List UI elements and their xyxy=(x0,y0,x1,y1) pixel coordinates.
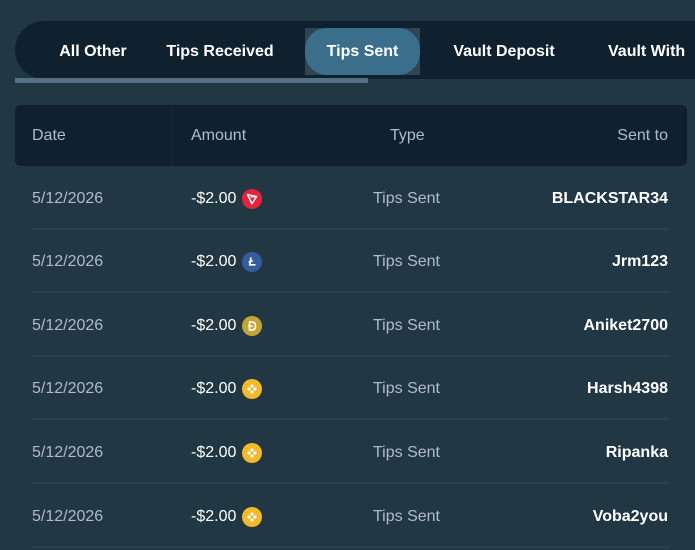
type-cell: Tips Sent xyxy=(373,252,440,270)
amount-value: -$2.00 xyxy=(191,443,237,461)
recipient-cell: Ripanka xyxy=(605,443,668,461)
recipient-cell: Harsh4398 xyxy=(587,379,668,397)
type-cell: Tips Sent xyxy=(373,189,440,207)
tab-vault-withdraw[interactable]: Vault With xyxy=(594,28,695,75)
table-row: 5/12/2026 -$2.00 Tips Sent Voba2you xyxy=(15,485,687,548)
table-header: Date Amount Type Sent to xyxy=(15,105,687,166)
table-row: 5/12/2026 -$2.00 Tips Sent Ripanka xyxy=(15,421,687,484)
bnb-icon xyxy=(242,506,263,527)
date-cell: 5/12/2026 xyxy=(32,316,104,334)
row-divider xyxy=(32,482,670,484)
table-row: 5/12/2026 -$2.00 Tips Sent Harsh4398 xyxy=(15,357,687,420)
tab-tips-received[interactable]: Tips Received xyxy=(157,28,283,75)
amount-value: -$2.00 xyxy=(191,379,237,397)
bnb-icon xyxy=(242,442,263,463)
type-cell: Tips Sent xyxy=(373,443,440,461)
dogecoin-icon xyxy=(242,315,263,336)
tab-scrollbar[interactable] xyxy=(15,78,695,83)
date-cell: 5/12/2026 xyxy=(32,379,104,397)
column-header-date: Date xyxy=(32,126,66,144)
type-cell: Tips Sent xyxy=(373,507,440,525)
amount-value: -$2.00 xyxy=(191,316,237,334)
table-row: 5/12/2026 -$2.00 Tips Sent Jrm123 xyxy=(15,230,687,293)
amount-value: -$2.00 xyxy=(191,189,237,207)
column-divider xyxy=(172,105,173,166)
tab-tips-sent[interactable]: Tips Sent xyxy=(305,28,420,75)
row-divider xyxy=(32,291,670,293)
tab-label: Vault Deposit xyxy=(453,42,555,60)
amount-cell: -$2.00 xyxy=(191,230,263,293)
tab-all-other[interactable]: All Other xyxy=(33,28,153,75)
amount-cell: -$2.00 xyxy=(191,485,263,548)
transactions-panel: All Other Tips Received Tips Sent Vault … xyxy=(0,0,695,550)
tab-label: Vault With xyxy=(608,42,686,60)
tron-icon xyxy=(242,188,263,209)
amount-cell: -$2.00 xyxy=(191,294,263,357)
column-header-type: Type xyxy=(390,126,425,144)
recipient-cell: BLACKSTAR34 xyxy=(551,189,668,207)
bnb-icon xyxy=(242,378,263,399)
litecoin-icon xyxy=(242,251,263,272)
date-cell: 5/12/2026 xyxy=(32,189,104,207)
type-cell: Tips Sent xyxy=(373,316,440,334)
row-divider xyxy=(32,546,670,548)
date-cell: 5/12/2026 xyxy=(32,252,104,270)
tab-label: Tips Sent xyxy=(326,42,399,60)
tab-scrollbar-thumb[interactable] xyxy=(15,78,368,83)
recipient-cell: Voba2you xyxy=(592,507,668,525)
tab-bar-viewport: All Other Tips Received Tips Sent Vault … xyxy=(15,21,695,83)
table-row: 5/12/2026 -$2.00 Tips Sent BLACKSTAR34 xyxy=(15,167,687,230)
recipient-cell: Jrm123 xyxy=(611,252,668,270)
column-header-amount: Amount xyxy=(191,126,247,144)
amount-value: -$2.00 xyxy=(191,252,237,270)
row-divider xyxy=(32,418,670,420)
date-cell: 5/12/2026 xyxy=(32,443,104,461)
tab-vault-deposit[interactable]: Vault Deposit xyxy=(440,28,568,75)
date-cell: 5/12/2026 xyxy=(32,507,104,525)
amount-value: -$2.00 xyxy=(191,507,237,525)
amount-cell: -$2.00 xyxy=(191,167,263,230)
type-cell: Tips Sent xyxy=(373,379,440,397)
column-header-sent-to: Sent to xyxy=(617,126,668,144)
tab-label: All Other xyxy=(59,42,127,60)
amount-cell: -$2.00 xyxy=(191,357,263,420)
tab-bar: All Other Tips Received Tips Sent Vault … xyxy=(15,21,695,79)
recipient-cell: Aniket2700 xyxy=(583,316,669,334)
tab-label: Tips Received xyxy=(166,42,274,60)
table-row: 5/12/2026 -$2.00 Tips Sent Aniket2700 xyxy=(15,294,687,357)
amount-cell: -$2.00 xyxy=(191,421,263,484)
